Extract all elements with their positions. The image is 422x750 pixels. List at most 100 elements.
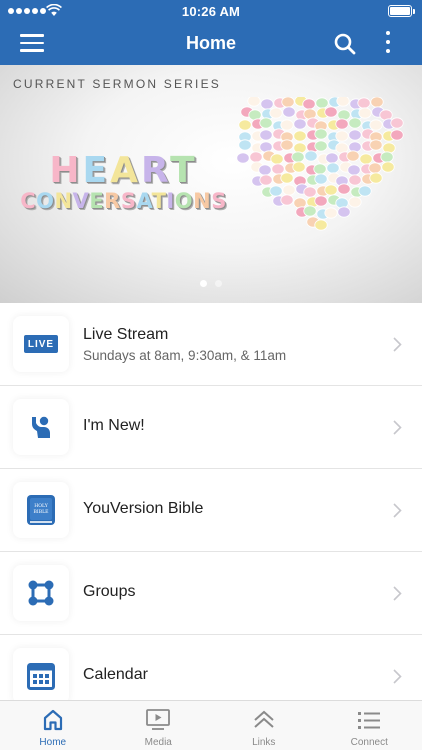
menu-item-label: Calendar [83, 666, 148, 683]
candy-heart-piece [304, 150, 318, 162]
menu-item-groups[interactable]: Groups [0, 552, 422, 635]
candy-heart-piece [280, 172, 294, 184]
candy-heart-piece [282, 184, 296, 196]
candy-heart-piece [282, 106, 296, 118]
tab-label: Links [252, 737, 276, 748]
bottom-tab-bar: Home Media Links Connect [0, 700, 422, 750]
page-title: Home [185, 33, 236, 53]
candy-heart-piece [314, 128, 328, 140]
tab-links[interactable]: Links [211, 701, 317, 750]
series-artwork-title: HEART CONVERSATIONS [16, 153, 231, 212]
tab-label: Media [144, 737, 172, 748]
person-wave-icon [32, 416, 50, 438]
candy-heart-piece [390, 117, 404, 129]
candy-heart-piece [380, 151, 394, 163]
status-bar: 10:26 AM [0, 0, 422, 22]
menu-item-im-new[interactable]: I'm New! [0, 386, 422, 469]
candy-heart-piece [269, 185, 283, 197]
candy-heart-piece [368, 162, 382, 174]
candy-heart-piece [369, 172, 383, 184]
tab-home[interactable]: Home [0, 701, 106, 750]
menu-item-youversion-bible[interactable]: HOLY BIBLE YouVersion Bible [0, 469, 422, 552]
candy-heart-piece [348, 174, 362, 186]
candy-heart-piece [293, 130, 307, 142]
candy-heart-piece [357, 97, 371, 109]
candy-heart-piece [335, 130, 349, 142]
menu-item-label: YouVersion Bible [83, 500, 204, 517]
candy-heart-piece [337, 109, 351, 121]
candy-heart-piece [381, 161, 395, 173]
candy-heart-piece [382, 142, 396, 154]
candy-heart-piece [303, 205, 317, 217]
tab-label: Home [39, 737, 67, 748]
live-badge: LIVE [24, 335, 58, 353]
candy-heart-piece [325, 152, 339, 164]
candy-heart-piece [259, 117, 273, 129]
calendar-icon [27, 663, 55, 690]
candy-heart-piece [348, 129, 362, 141]
series-label: CURRENT SERMON SERIES [13, 77, 222, 91]
candy-heart-piece [337, 206, 351, 218]
more-options-icon[interactable] [380, 31, 396, 57]
artwork-line-conversations: CONVERSATIONS [20, 189, 227, 213]
tab-label: Connect [350, 737, 388, 748]
candy-heart-piece [314, 140, 328, 152]
battery-icon [388, 5, 415, 17]
connect-icon [358, 712, 381, 729]
tab-connect[interactable]: Connect [317, 701, 422, 750]
candy-heart-piece [348, 117, 362, 129]
candy-heart-piece [293, 197, 307, 209]
tab-media[interactable]: Media [106, 701, 212, 750]
candy-heart-piece [347, 164, 361, 176]
nav-bar: Home [0, 22, 422, 65]
carousel-dot[interactable] [200, 280, 207, 287]
candy-heart-piece [346, 150, 360, 162]
candy-heart-piece [249, 151, 263, 163]
menu-item-subtitle: Sundays at 8am, 9:30am, & 11am [83, 348, 287, 363]
bible-icon-box: HOLY BIBLE [13, 482, 69, 538]
candy-heart-piece [314, 195, 328, 207]
calendar-icon-box [13, 648, 69, 704]
candy-heart-piece [258, 164, 272, 176]
carousel-dots[interactable] [0, 280, 422, 287]
links-icon [254, 710, 274, 728]
candy-heart-piece [313, 163, 327, 175]
candy-heart-piece [238, 119, 252, 131]
live-badge-icon: LIVE [13, 316, 69, 372]
candy-heart-piece [293, 118, 307, 130]
menu-item-live-stream[interactable]: LIVE Live Stream Sundays at 8am, 9:30am,… [0, 303, 422, 386]
svg-text:HOLY: HOLY [34, 503, 49, 509]
carousel-dot[interactable] [215, 280, 222, 287]
bible-icon: HOLY BIBLE [27, 495, 55, 525]
candy-heart-piece [348, 196, 362, 208]
candy-heart-piece [369, 119, 383, 131]
sermon-series-banner[interactable]: CURRENT SERMON SERIES HEART CONVERSATION… [0, 65, 422, 303]
candy-heart-piece [358, 107, 372, 119]
candy-heart-piece [238, 139, 252, 151]
candy-heart-piece [370, 97, 384, 108]
candy-heart-piece [314, 173, 328, 185]
status-time: 10:26 AM [181, 4, 241, 19]
candy-heart-piece [259, 129, 273, 141]
candy-heart-piece [270, 153, 284, 165]
search-icon[interactable] [333, 32, 357, 56]
candy-heart-piece [348, 141, 362, 153]
candy-heart-artwork [236, 97, 404, 231]
candy-heart-piece [336, 97, 350, 107]
candy-heart-piece [260, 98, 274, 110]
candy-heart-piece [280, 194, 294, 206]
chevron-right-icon [393, 420, 402, 435]
candy-heart-piece [247, 97, 261, 107]
groups-icon-box [13, 565, 69, 621]
candy-heart-piece [292, 161, 306, 173]
chevron-right-icon [393, 669, 402, 684]
candy-heart-piece [280, 139, 294, 151]
candy-heart-piece [281, 97, 295, 108]
candy-heart-piece [369, 139, 383, 151]
candy-heart-piece [271, 163, 285, 175]
menu-item-label: Live Stream [83, 326, 169, 343]
candy-heart-piece [236, 152, 250, 164]
candy-heart-piece [280, 119, 294, 131]
artwork-line-heart: HEART [49, 150, 198, 191]
menu-item-label: I'm New! [83, 417, 145, 434]
